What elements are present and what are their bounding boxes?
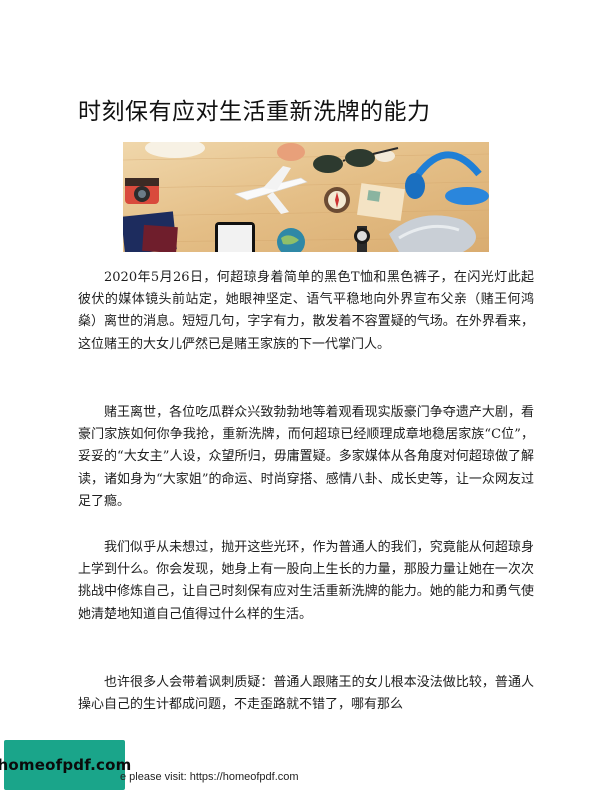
compass-icon — [324, 187, 350, 213]
passport-icon — [123, 211, 178, 252]
smartphone-icon — [215, 222, 255, 252]
page-title: 时刻保有应对生活重新洗牌的能力 — [78, 99, 431, 125]
watermark-badge[interactable]: homeofpdf.com — [0, 740, 131, 790]
paragraph-2: 赌王离世，各位吃瓜群众兴致勃勃地等着观看现实版豪门争夺遗产大剧，看豪门家族如何你… — [78, 405, 534, 509]
map-icon — [356, 183, 406, 221]
hero-image — [123, 142, 489, 252]
footer-link-text[interactable]: e please visit: https://homeofpdf.com — [120, 771, 299, 783]
camera-icon — [125, 178, 159, 204]
paragraph-3: 我们似乎从未想过，抛开这些光环，作为普通人的我们，究竟能从何超琼身上学到什么。你… — [78, 540, 534, 622]
paragraph-4: 也许很多人会带着讽刺质疑：普通人跟赌王的女儿根本没法做比较，普通人操心自己的生计… — [78, 675, 534, 713]
paragraph-1: 2020年5月26日，何超琼身着简单的黑色T恤和黑色裤子，在闪光灯此起彼伏的媒体… — [78, 270, 534, 352]
watermark-badge-label: homeofpdf.com — [0, 756, 132, 774]
